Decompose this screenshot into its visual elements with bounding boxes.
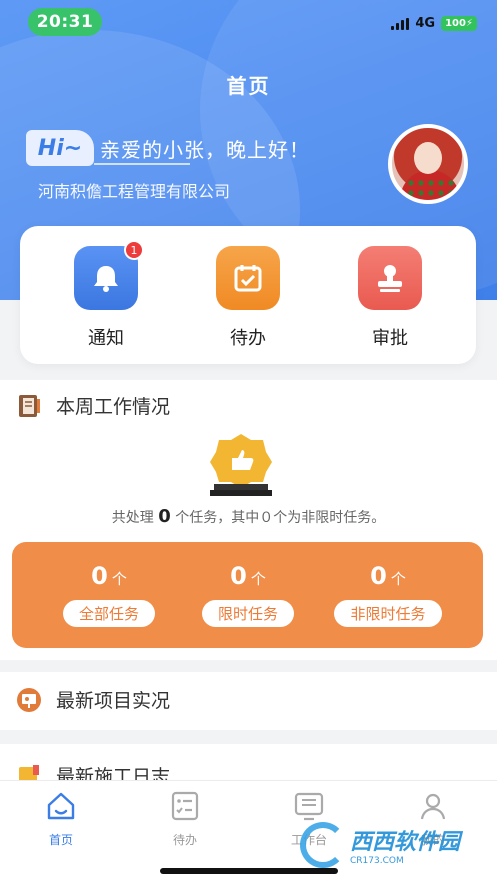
- timed-tasks-button[interactable]: 限时任务: [201, 600, 294, 627]
- summary-prefix: 共处理: [111, 510, 154, 526]
- user-icon: [420, 793, 446, 820]
- tab-home-label: 首页: [48, 833, 73, 847]
- summary-count: 0: [158, 506, 171, 527]
- tab-todo[interactable]: 待办: [150, 789, 220, 848]
- greeting-underline: [94, 163, 190, 165]
- calendar-check-icon: [216, 246, 280, 310]
- avatar-face: [414, 142, 442, 174]
- todo-list-icon: [171, 791, 199, 821]
- tab-home[interactable]: 首页: [26, 789, 96, 848]
- count-unit: 个: [390, 570, 406, 588]
- avatar[interactable]: [388, 124, 468, 204]
- tab-todo-label: 待办: [172, 833, 197, 847]
- stamp-icon: [358, 246, 422, 310]
- home-icon: [47, 792, 75, 820]
- notice-badge: 1: [124, 240, 144, 260]
- hi-badge: Hi~: [26, 130, 94, 166]
- count-unit: 个: [111, 570, 127, 588]
- all-tasks-count: 0: [91, 562, 108, 590]
- untimed-tasks-count: 0: [370, 562, 387, 590]
- notice-button[interactable]: 1 通知: [74, 240, 144, 350]
- timed-tasks-count: 0: [230, 562, 247, 590]
- timed-tasks-stat[interactable]: 0个 限时任务: [193, 562, 303, 627]
- weekly-work-section: 本周工作情况 共处理 0 个任务，其中０个为非限时任务。 0个 全部任务 0个 …: [0, 380, 497, 660]
- status-time: 20:31: [28, 8, 102, 36]
- company-name: 河南积儋工程管理有限公司: [38, 182, 231, 201]
- quick-actions-card: 1 通知 待办 审批: [20, 226, 476, 364]
- watermark-text-block: 西西软件园 CR173.COM: [350, 824, 460, 866]
- untimed-tasks-stat[interactable]: 0个 非限时任务: [333, 562, 443, 627]
- approve-button[interactable]: 审批: [358, 246, 422, 350]
- home-indicator: [160, 868, 338, 874]
- page-title: 首页: [226, 74, 271, 98]
- summary-suffix: 个任务，其中０个为非限时任务。: [175, 510, 386, 526]
- notebook-icon: [19, 394, 40, 417]
- todo-label: 待办: [230, 328, 266, 349]
- battery-level: 100: [445, 18, 466, 29]
- task-stats-panel: 0个 全部任务 0个 限时任务 0个 非限时任务: [12, 542, 483, 648]
- workbench-icon: [294, 792, 324, 821]
- presentation-icon: [17, 687, 41, 712]
- battery-icon: 100⚡: [441, 16, 477, 31]
- count-unit: 个: [250, 570, 266, 588]
- signal-icon: [391, 17, 410, 30]
- watermark-brand: 软件园: [394, 830, 461, 855]
- project-header: 最新项目实况: [16, 686, 170, 713]
- weekly-header: 本周工作情况: [16, 392, 170, 419]
- weekly-title: 本周工作情况: [56, 396, 171, 418]
- all-tasks-button[interactable]: 全部任务: [62, 600, 155, 627]
- weekly-summary: 共处理 0 个任务，其中０个为非限时任务。: [0, 506, 497, 527]
- project-status-section[interactable]: 最新项目实况: [0, 672, 497, 730]
- network-type: 4G: [415, 16, 436, 31]
- watermark-logo-icon: [300, 822, 346, 868]
- untimed-tasks-button[interactable]: 非限时任务: [334, 600, 442, 627]
- status-indicators: 4G 100⚡: [391, 16, 477, 31]
- notice-label: 通知: [88, 328, 124, 349]
- watermark-main: 西西: [350, 830, 395, 855]
- all-tasks-stat[interactable]: 0个 全部任务: [54, 562, 164, 627]
- site-watermark: 西西软件园 CR173.COM: [300, 822, 460, 868]
- todo-button[interactable]: 待办: [216, 246, 280, 350]
- approve-label: 审批: [372, 328, 408, 349]
- watermark-sub: CR173.COM: [350, 856, 404, 866]
- project-title: 最新项目实况: [56, 690, 171, 712]
- thumbs-up-medal-icon: [210, 434, 272, 496]
- avatar-pattern: [406, 178, 456, 198]
- greeting-text: 亲爱的小张，晚上好！: [100, 138, 310, 162]
- bell-icon: 1: [74, 240, 144, 310]
